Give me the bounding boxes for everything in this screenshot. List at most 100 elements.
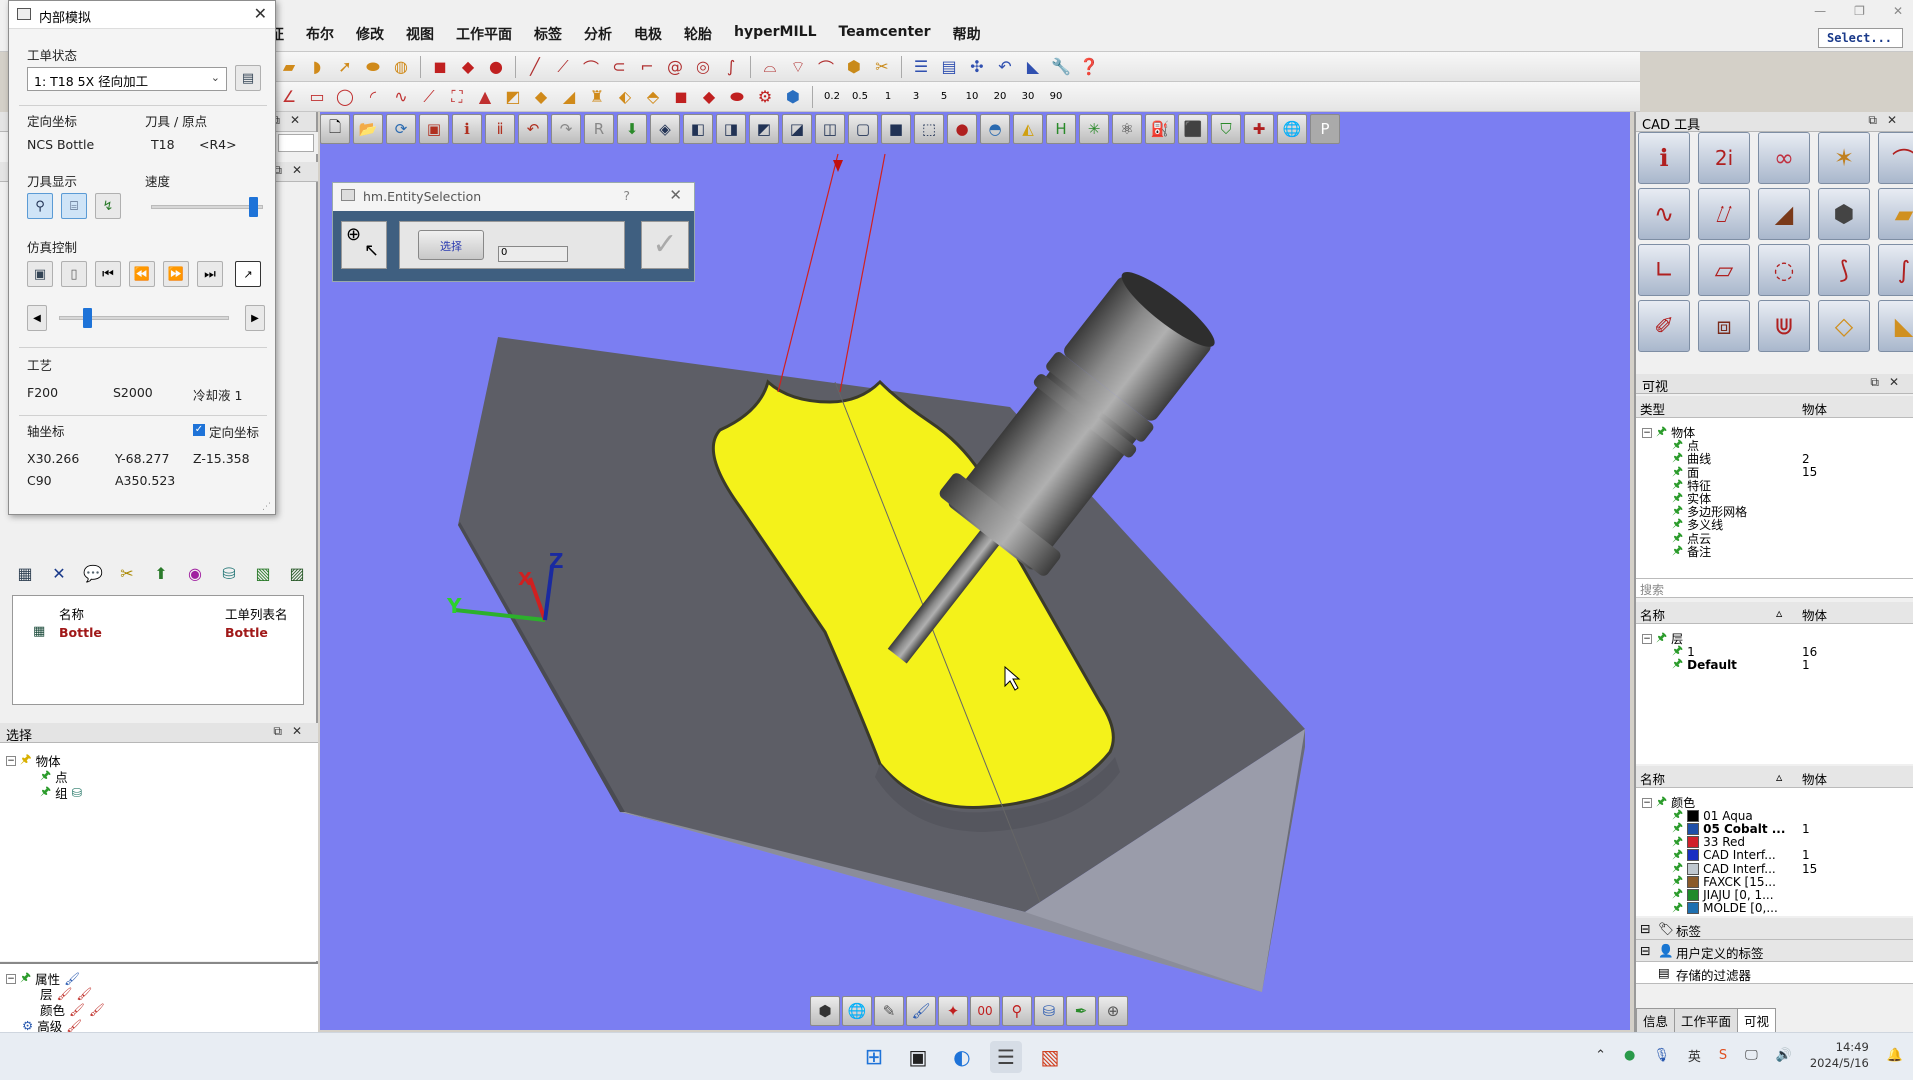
curve-spiral-icon[interactable]: @	[662, 54, 688, 80]
table-row[interactable]: ▦ Bottle Bottle	[17, 622, 299, 642]
cad-shell-icon[interactable]: ⋓	[1758, 300, 1810, 352]
color-tree-row[interactable]: 🖈 MOLDE [0,...	[1672, 898, 1913, 919]
double-zero-icon[interactable]: 00	[970, 996, 1000, 1026]
tool-pick-icon[interactable]: ⚲	[1002, 996, 1032, 1026]
image-icon[interactable]: ▧	[250, 560, 276, 586]
curve-project-icon[interactable]: ◎	[690, 54, 716, 80]
close-window-icon[interactable]: ✕	[1893, 4, 1903, 18]
microphone-icon[interactable]: 🎙	[1653, 1048, 1670, 1063]
menu-hypermill[interactable]: hyperMILL	[734, 24, 817, 44]
oriented-checkbox[interactable]: ✓	[193, 424, 205, 436]
pattern-icon[interactable]: ♜	[584, 84, 610, 110]
cad-star-info-icon[interactable]: ✶	[1818, 132, 1870, 184]
tool-display-path-button[interactable]: ↯	[95, 193, 121, 219]
cad-2i-icon[interactable]: 2i	[1698, 132, 1750, 184]
holder-pick-icon[interactable]: ⛁	[1034, 996, 1064, 1026]
stock-sim-icon[interactable]: ⬢	[810, 996, 840, 1026]
sim-to-start-button[interactable]: ⏮	[95, 261, 121, 287]
type-tree-row[interactable]: 🖈 备注	[1672, 541, 1913, 562]
stock-icon[interactable]: ⛁	[216, 560, 242, 586]
cad-solid-icon[interactable]: ⬢	[1818, 188, 1870, 240]
collapse-icon[interactable]: −	[1642, 427, 1652, 438]
volume-icon[interactable]: 🔊	[1776, 1048, 1792, 1063]
calc-icon[interactable]: ▦	[12, 560, 38, 586]
surface-blend-icon[interactable]: ⌓	[757, 54, 783, 80]
solid-torus-icon[interactable]: ⬬	[724, 84, 750, 110]
menu-boolean[interactable]: 布尔	[306, 24, 334, 44]
menu-workplane[interactable]: 工作平面	[456, 24, 512, 44]
shell-icon[interactable]: ◍	[388, 54, 414, 80]
cad-spline-icon[interactable]: ∫	[1878, 244, 1913, 296]
user-tags-row[interactable]: ⊟ 👤 用户定义的标签	[1636, 940, 1913, 962]
delete-icon[interactable]: ✕	[46, 560, 72, 586]
solid-gear-icon[interactable]: ⚙	[752, 84, 778, 110]
tab-workplane[interactable]: 工作平面	[1674, 1008, 1739, 1033]
cad-curve-edit-icon[interactable]: ∿	[1638, 188, 1690, 240]
tolerance-3-icon[interactable]: 3	[903, 84, 929, 110]
thicken-icon[interactable]: ⬘	[640, 84, 666, 110]
arrow-icon[interactable]: ✦	[938, 996, 968, 1026]
speed-slider-thumb[interactable]	[249, 197, 258, 217]
collapse-icon[interactable]: −	[6, 973, 16, 984]
collapse-icon[interactable]: −	[1642, 797, 1652, 808]
tool-icon[interactable]: ✂	[114, 560, 140, 586]
extrude-icon[interactable]: ▰	[276, 54, 302, 80]
clock[interactable]: 14:49 2024/5/16	[1810, 1039, 1869, 1071]
wire-sphere-icon[interactable]: ⊕	[1098, 996, 1128, 1026]
analysis-icon[interactable]: ▤	[936, 54, 962, 80]
dock-controls-icon[interactable]: ⧉✕	[271, 113, 310, 128]
window-menu-icon[interactable]	[17, 8, 31, 20]
surface-offset-icon[interactable]: ⬢	[841, 54, 867, 80]
sweep-icon[interactable]: ➚	[332, 54, 358, 80]
cad-surface-icon[interactable]: ◢	[1758, 188, 1810, 240]
browser-icon[interactable]: ◐	[946, 1041, 978, 1073]
expand-icon[interactable]: ⊟	[1640, 921, 1650, 936]
solid-mesh-icon[interactable]: ⬢	[780, 84, 806, 110]
mirror-icon[interactable]: ⬖	[612, 84, 638, 110]
confirm-button[interactable]: ✓	[641, 221, 689, 269]
boolean-add-icon[interactable]: ◼	[427, 54, 453, 80]
menu-electrode[interactable]: 电极	[634, 24, 662, 44]
tab-visible[interactable]: 可视	[1737, 1008, 1777, 1033]
left-dock-field[interactable]	[278, 134, 314, 152]
curve-trim-icon[interactable]: ⌐	[634, 54, 660, 80]
saved-filters-row[interactable]: ▤ 存储的过滤器	[1636, 962, 1913, 984]
menu-help[interactable]: 帮助	[953, 24, 981, 44]
cad-wedge-icon[interactable]: ◣	[1878, 300, 1913, 352]
curve-offset-icon[interactable]: ⊂	[606, 54, 632, 80]
tray-expand-icon[interactable]: ⌃	[1595, 1048, 1606, 1063]
spline-icon[interactable]: ∿	[388, 84, 414, 110]
boolean-intersect-icon[interactable]: ●	[483, 54, 509, 80]
hypermill-app-icon[interactable]: ☰	[990, 1041, 1022, 1073]
tolerance-05-icon[interactable]: 0.5	[847, 84, 873, 110]
cad-offset-icon[interactable]: ⟆	[1818, 244, 1870, 296]
draft-icon[interactable]: ◆	[528, 84, 554, 110]
layer-tree-row[interactable]: 🖈 Default 1	[1672, 654, 1913, 675]
solid-wedge-icon[interactable]: ◆	[696, 84, 722, 110]
arc-icon[interactable]: ◜	[360, 84, 386, 110]
comment-icon[interactable]: 💬	[80, 560, 106, 586]
drill-icon[interactable]: ⛶	[444, 84, 470, 110]
cad-angle-icon[interactable]: ∟	[1638, 244, 1690, 296]
cad-rect-icon[interactable]: ▱	[1698, 244, 1750, 296]
close-icon[interactable]: ✕	[669, 186, 682, 204]
curve-polyline-icon[interactable]: ⟋	[550, 54, 576, 80]
curve-spline-icon[interactable]: ∫	[718, 54, 744, 80]
tolerance-30-icon[interactable]: 30	[1015, 84, 1041, 110]
dock-controls-icon[interactable]: ⧉✕	[273, 163, 312, 178]
pen-icon[interactable]: ✒	[1066, 996, 1096, 1026]
job-list-button[interactable]: ▤	[235, 65, 261, 91]
menu-tags[interactable]: 标签	[534, 24, 562, 44]
cad-cube-icon[interactable]: ⧈	[1698, 300, 1750, 352]
progress-next-button[interactable]: ▶	[245, 305, 265, 331]
fillet-icon[interactable]: ◩	[500, 84, 526, 110]
sim-reset-button[interactable]: ▯	[61, 261, 87, 287]
undo-icon[interactable]: ↶	[992, 54, 1018, 80]
tree-item-groups[interactable]: 🖈 组 ⛁	[40, 782, 82, 803]
cone-icon[interactable]: ▲	[472, 84, 498, 110]
add-job-icon[interactable]: ⬆	[148, 560, 174, 586]
sim-stock-button[interactable]: ▣	[27, 261, 53, 287]
restore-icon[interactable]: ❐	[1854, 4, 1865, 18]
close-icon[interactable]: ✕	[254, 4, 267, 23]
circle-icon[interactable]: ◯	[332, 84, 358, 110]
